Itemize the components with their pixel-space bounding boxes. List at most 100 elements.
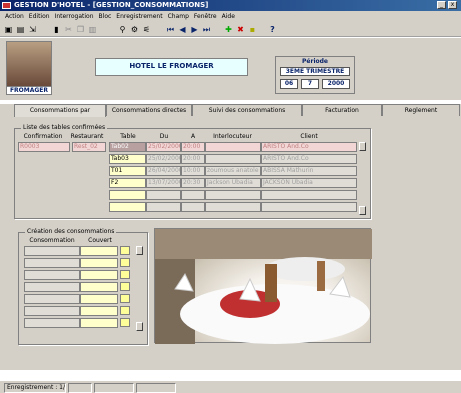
client-cell[interactable] (261, 190, 357, 200)
consommation-cell[interactable] (24, 282, 80, 292)
du-cell[interactable]: 13/07/2000 (146, 178, 181, 188)
toolbar: ▣ ▤ ⇲ ▮ ✂ ❐ ▥ ⚲ ⚙ ⚟ ⏮ ◀ ▶ ⏭ ✚ ✖ ▪ ? (0, 22, 461, 37)
lov-button[interactable] (120, 282, 130, 291)
record-counter: Enregistrement : 1/ (4, 383, 66, 393)
du-cell[interactable]: 26/04/2000 (146, 166, 181, 176)
du-cell[interactable]: 25/02/2000 (146, 154, 181, 164)
consommation-cell[interactable] (24, 270, 80, 280)
a-cell[interactable]: 20:00 (181, 154, 205, 164)
interlocuteur-cell[interactable] (205, 202, 261, 212)
consommation-cell[interactable] (24, 318, 80, 328)
copy-icon[interactable]: ❐ (76, 25, 85, 34)
execute-icon[interactable]: ⚙ (130, 25, 139, 34)
exit-icon[interactable]: ⇲ (28, 25, 37, 34)
consommation-cell[interactable] (24, 294, 80, 304)
interlocuteur-cell[interactable]: Jackson Ubadia (205, 178, 261, 188)
lock-icon[interactable]: ▪ (248, 25, 257, 34)
col-a: A (190, 133, 196, 140)
close-button[interactable]: x (448, 1, 457, 9)
tab-consommations-directes[interactable]: Consommations directes (106, 104, 192, 116)
client-cell[interactable]: JACKSON Ubadia (261, 178, 357, 188)
cancel-query-icon[interactable]: ⚟ (142, 25, 151, 34)
a-cell[interactable]: 20:00 (181, 142, 205, 152)
menu-interrogation[interactable]: Interrogation (55, 11, 94, 22)
col-du: Du (159, 133, 169, 140)
menu-edition[interactable]: Edition (29, 11, 50, 22)
menu-enregistrement[interactable]: Enregistrement (116, 11, 162, 22)
lov-button[interactable] (120, 270, 130, 279)
a-cell[interactable]: 20:30 (181, 178, 205, 188)
consommation-cell[interactable] (24, 246, 80, 256)
lov-button[interactable] (120, 258, 130, 267)
lov-button[interactable] (120, 294, 130, 303)
tab-consommations-par-reservation[interactable]: Consommations par reservation (14, 104, 106, 125)
consommation-cell[interactable] (24, 306, 80, 316)
table-cell[interactable]: Tab02 (109, 142, 146, 152)
restaurant-field[interactable]: Rest_02 (72, 142, 106, 152)
a-cell[interactable] (181, 190, 205, 200)
a-cell[interactable]: 10:00 (181, 166, 205, 176)
couvert-cell[interactable] (80, 258, 118, 268)
lov-button[interactable] (120, 306, 130, 315)
col-interlocuteur: Interlocuteur (213, 133, 252, 140)
du-cell[interactable] (146, 202, 181, 212)
menu-fenetre[interactable]: Fenêtre (194, 11, 217, 22)
scroll-down-button[interactable] (136, 322, 143, 331)
client-cell[interactable]: ARISTO And.Co (261, 142, 357, 152)
menu-champ[interactable]: Champ (168, 11, 189, 22)
tables-group-label: Liste des tables confirmées (21, 124, 108, 131)
col-confirmation: Confirmation (23, 133, 63, 140)
client-cell[interactable] (261, 202, 357, 212)
next-record-icon[interactable]: ▶ (190, 25, 199, 34)
couvert-cell[interactable] (80, 246, 118, 256)
lov-button[interactable] (120, 318, 130, 327)
menu-bloc[interactable]: Bloc (99, 11, 112, 22)
save-icon[interactable]: ▣ (4, 25, 13, 34)
table-cell[interactable]: F2 (109, 178, 146, 188)
couvert-cell[interactable] (80, 282, 118, 292)
table-cell[interactable] (109, 190, 146, 200)
periode-box: Période 3EME TRIMESTRE 06 7 2000 (275, 56, 355, 94)
print-icon[interactable]: ▤ (16, 25, 25, 34)
couvert-cell[interactable] (80, 294, 118, 304)
du-cell[interactable]: 25/02/2000 (146, 142, 181, 152)
lov-button[interactable] (120, 246, 130, 255)
scroll-up-button[interactable] (136, 246, 143, 255)
first-record-icon[interactable]: ⏮ (166, 25, 175, 34)
tab-reglement[interactable]: Reglement (382, 104, 460, 116)
client-cell[interactable]: ARISTO And.Co (261, 154, 357, 164)
table-cell[interactable] (109, 202, 146, 212)
minimize-button[interactable]: _ (437, 1, 446, 9)
previous-record-icon[interactable]: ◀ (178, 25, 187, 34)
a-cell[interactable] (181, 202, 205, 212)
client-cell[interactable]: ABISSA Mathurin (261, 166, 357, 176)
consommation-cell[interactable] (24, 258, 80, 268)
interlocuteur-cell[interactable]: zoumous anatole (205, 166, 261, 176)
couvert-cell[interactable] (80, 318, 118, 328)
tab-bar: Consommations par reservation Consommati… (0, 104, 461, 125)
menu-action[interactable]: Action (5, 11, 24, 22)
insert-record-icon[interactable]: ✚ (224, 25, 233, 34)
menu-aide[interactable]: Aide (222, 11, 235, 22)
cut-icon[interactable]: ✂ (64, 25, 73, 34)
tab-suivi-des-consommations[interactable]: Suivi des consommations (192, 104, 302, 116)
scroll-down-button[interactable] (359, 206, 366, 215)
help-icon[interactable]: ? (268, 25, 277, 34)
table-cell[interactable]: Tab03 (109, 154, 146, 164)
tab-facturation[interactable]: Facturation (302, 104, 382, 116)
scroll-up-button[interactable] (359, 142, 366, 151)
du-cell[interactable] (146, 190, 181, 200)
interlocuteur-cell[interactable] (205, 190, 261, 200)
couvert-cell[interactable] (80, 306, 118, 316)
book-icon[interactable]: ▮ (52, 25, 61, 34)
interlocuteur-cell[interactable] (205, 154, 261, 164)
interlocuteur-cell[interactable] (205, 142, 261, 152)
year-field: 2000 (322, 79, 350, 89)
paste-icon[interactable]: ▥ (88, 25, 97, 34)
couvert-cell[interactable] (80, 270, 118, 280)
confirmation-field[interactable]: R0003 (18, 142, 70, 152)
delete-record-icon[interactable]: ✖ (236, 25, 245, 34)
table-cell[interactable]: T01 (109, 166, 146, 176)
query-icon[interactable]: ⚲ (118, 25, 127, 34)
last-record-icon[interactable]: ⏭ (202, 25, 211, 34)
